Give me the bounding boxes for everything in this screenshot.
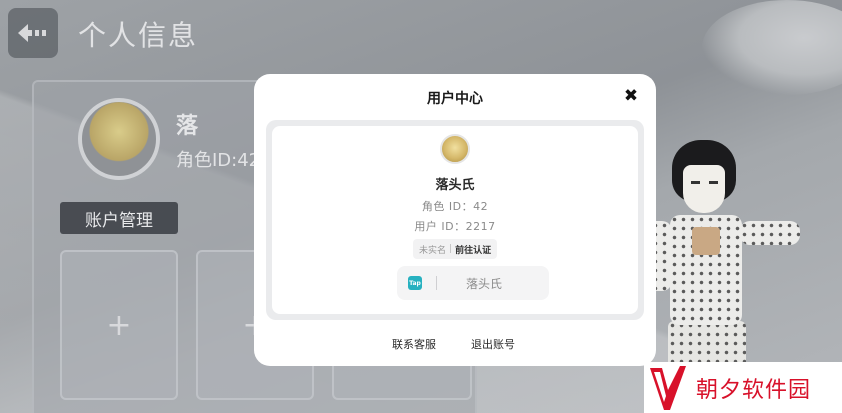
back-button[interactable] bbox=[8, 8, 58, 58]
user-name: 落头氏 bbox=[435, 178, 475, 193]
user-avatar bbox=[440, 134, 470, 164]
back-arrow-icon bbox=[18, 24, 46, 42]
verification-badge: 未实名 | 前往认证 bbox=[413, 239, 498, 259]
modal-title: 用户中心 bbox=[427, 91, 483, 107]
verification-status: 未实名 bbox=[419, 245, 447, 256]
profile-avatar bbox=[78, 98, 160, 180]
go-verify-link[interactable]: 前往认证 bbox=[455, 243, 491, 256]
taptap-account-bar[interactable]: Tap 落头氏 bbox=[397, 266, 549, 300]
contact-support-link[interactable]: 联系客服 bbox=[392, 336, 436, 352]
page-title: 个人信息 bbox=[78, 19, 199, 52]
close-icon: ✖ bbox=[623, 86, 639, 106]
add-account-slot-1[interactable]: + bbox=[60, 250, 178, 400]
watermark: 朝夕软件园 bbox=[644, 362, 842, 413]
user-id: 用户 ID：2217 bbox=[414, 220, 496, 233]
watermark-logo-icon bbox=[650, 365, 686, 410]
verification-separator: | bbox=[449, 244, 453, 254]
logout-link[interactable]: 退出账号 bbox=[471, 336, 515, 352]
profile-role-id: 角色ID:42 bbox=[176, 150, 261, 171]
close-button[interactable]: ✖ bbox=[622, 87, 640, 105]
watermark-text: 朝夕软件园 bbox=[696, 377, 812, 403]
user-card: 落头氏 角色 ID：42 用户 ID：2217 未实名 | 前往认证 Tap 落… bbox=[272, 126, 638, 314]
account-management-label: 账户管理 bbox=[60, 202, 178, 234]
taptap-icon: Tap bbox=[408, 276, 422, 290]
taptap-name: 落头氏 bbox=[465, 276, 502, 291]
user-center-modal: 用户中心 ✖ 落头氏 角色 ID：42 用户 ID：2217 未实名 | 前往认… bbox=[254, 74, 656, 366]
user-role-id: 角色 ID：42 bbox=[421, 200, 489, 213]
profile-name: 落 bbox=[176, 114, 199, 139]
plus-icon: + bbox=[106, 307, 132, 343]
